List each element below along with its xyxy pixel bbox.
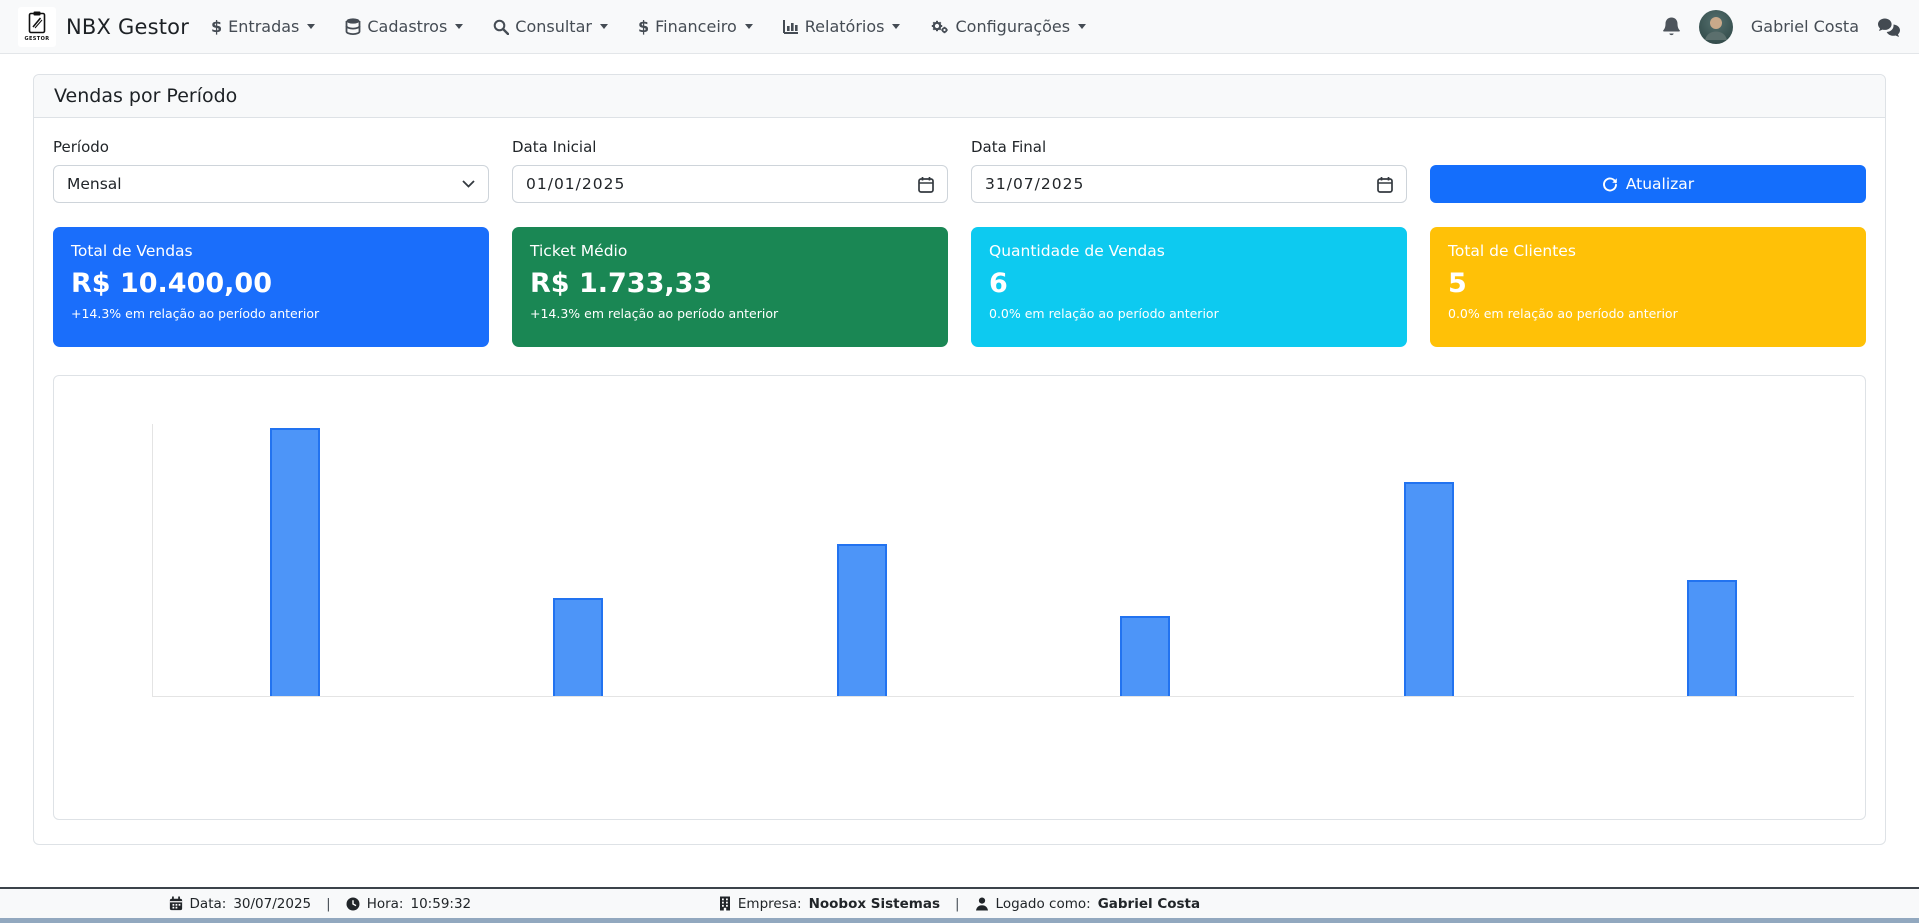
chart-bar <box>1687 580 1737 696</box>
menu-label: Consultar <box>515 17 592 36</box>
search-icon <box>493 19 509 35</box>
chevron-down-icon <box>1078 24 1086 29</box>
stat-title: Total de Clientes <box>1448 242 1848 260</box>
menu-entradas[interactable]: $ Entradas <box>211 17 315 36</box>
chevron-down-icon <box>307 24 315 29</box>
gears-icon <box>930 18 949 35</box>
footer-time-label: Hora: <box>367 896 404 912</box>
building-icon <box>719 896 731 911</box>
filters-row: Período Mensal Data Inicial 01/01/2025 D… <box>53 138 1866 203</box>
menu-label: Entradas <box>228 17 299 36</box>
start-date-input[interactable]: 01/01/2025 <box>512 165 948 203</box>
chevron-down-icon <box>462 180 475 188</box>
stat-card-quantidade-vendas: Quantidade de Vendas 6 0.0% em relação a… <box>971 227 1407 347</box>
footer-company-label: Empresa: <box>738 896 802 912</box>
logged-user-name[interactable]: Gabriel Costa <box>1751 17 1859 36</box>
menu-relatorios[interactable]: Relatórios <box>783 17 901 36</box>
menu-configuracoes[interactable]: Configurações <box>930 17 1086 36</box>
stat-title: Quantidade de Vendas <box>989 242 1389 260</box>
footer-date-value: 30/07/2025 <box>233 896 311 912</box>
sales-bar-chart <box>152 424 1854 697</box>
stat-value: 6 <box>989 268 1389 299</box>
top-navbar: GESTOR NBX Gestor $ Entradas Cadastros C… <box>0 0 1919 54</box>
person-icon <box>975 897 989 911</box>
menu-cadastros[interactable]: Cadastros <box>345 17 463 36</box>
stat-title: Total de Vendas <box>71 242 471 260</box>
end-date-label: Data Final <box>971 138 1407 156</box>
chat-icon[interactable] <box>1877 17 1901 37</box>
clock-icon <box>346 897 360 911</box>
chart-bar <box>1404 482 1454 696</box>
calendar-icon <box>918 176 934 193</box>
start-date-value: 01/01/2025 <box>526 175 918 193</box>
refresh-icon <box>1602 176 1618 192</box>
page-title: Vendas por Período <box>34 75 1885 118</box>
calendar-icon <box>1377 176 1393 193</box>
database-icon <box>345 18 361 35</box>
end-date-input[interactable]: 31/07/2025 <box>971 165 1407 203</box>
period-label: Período <box>53 138 489 156</box>
start-date-label: Data Inicial <box>512 138 948 156</box>
app-title: NBX Gestor <box>66 15 189 39</box>
stat-card-ticket-medio: Ticket Médio R$ 1.733,33 +14.3% em relaç… <box>512 227 948 347</box>
stat-value: R$ 10.400,00 <box>71 268 471 299</box>
update-button-label: Atualizar <box>1626 175 1694 193</box>
bottom-edge-strip <box>0 918 1919 923</box>
clipboard-icon <box>27 11 47 35</box>
brand[interactable]: GESTOR NBX Gestor <box>18 7 189 47</box>
dollar-icon: $ <box>211 17 222 36</box>
period-selected-value: Mensal <box>67 175 462 193</box>
footer-date-label: Data: <box>190 896 227 912</box>
update-button[interactable]: Atualizar <box>1430 165 1866 203</box>
chevron-down-icon <box>455 24 463 29</box>
period-select[interactable]: Mensal <box>53 165 489 203</box>
bar-chart-icon <box>783 19 799 34</box>
stat-delta: +14.3% em relação ao período anterior <box>530 306 930 321</box>
user-avatar[interactable] <box>1699 10 1733 44</box>
footer-separator: | <box>955 896 960 912</box>
menu-label: Relatórios <box>805 17 885 36</box>
notifications-bell-icon[interactable] <box>1662 16 1681 37</box>
status-footer: Data: 30/07/2025 | Hora: 10:59:32 Empres… <box>0 887 1919 918</box>
calendar-icon <box>169 896 183 911</box>
main-menu: $ Entradas Cadastros Consultar $ Finance… <box>211 17 1086 36</box>
menu-financeiro[interactable]: $ Financeiro <box>638 17 753 36</box>
stat-delta: +14.3% em relação ao período anterior <box>71 306 471 321</box>
footer-datetime: Data: 30/07/2025 | Hora: 10:59:32 <box>0 896 640 912</box>
menu-label: Cadastros <box>367 17 447 36</box>
stat-title: Ticket Médio <box>530 242 930 260</box>
sales-by-period-card: Vendas por Período Período Mensal Data I… <box>33 74 1886 845</box>
menu-consultar[interactable]: Consultar <box>493 17 608 36</box>
stat-card-total-vendas: Total de Vendas R$ 10.400,00 +14.3% em r… <box>53 227 489 347</box>
stats-row: Total de Vendas R$ 10.400,00 +14.3% em r… <box>53 227 1866 347</box>
app-logo-icon: GESTOR <box>18 7 56 47</box>
chevron-down-icon <box>892 24 900 29</box>
stat-value: 5 <box>1448 268 1848 299</box>
chevron-down-icon <box>600 24 608 29</box>
logo-caption: GESTOR <box>24 36 49 42</box>
stat-delta: 0.0% em relação ao período anterior <box>989 306 1389 321</box>
footer-time-value: 10:59:32 <box>411 896 472 912</box>
footer-separator: | <box>326 896 331 912</box>
footer-logged-label: Logado como: <box>996 896 1091 912</box>
sales-bar-chart-card <box>53 375 1866 820</box>
stat-card-total-clientes: Total de Clientes 5 0.0% em relação ao p… <box>1430 227 1866 347</box>
stat-value: R$ 1.733,33 <box>530 268 930 299</box>
dollar-icon: $ <box>638 17 649 36</box>
footer-company-value: Noobox Sistemas <box>809 896 940 912</box>
stat-delta: 0.0% em relação ao período anterior <box>1448 306 1848 321</box>
end-date-value: 31/07/2025 <box>985 175 1377 193</box>
person-photo-icon <box>1699 10 1733 44</box>
chart-bar <box>270 428 320 696</box>
chevron-down-icon <box>745 24 753 29</box>
footer-logged-value: Gabriel Costa <box>1098 896 1200 912</box>
menu-label: Configurações <box>955 17 1070 36</box>
footer-company-user: Empresa: Noobox Sistemas | Logado como: … <box>640 896 1280 912</box>
chart-bar <box>837 544 887 696</box>
menu-label: Financeiro <box>655 17 737 36</box>
chart-bar <box>1120 616 1170 696</box>
chart-bar <box>553 598 603 696</box>
